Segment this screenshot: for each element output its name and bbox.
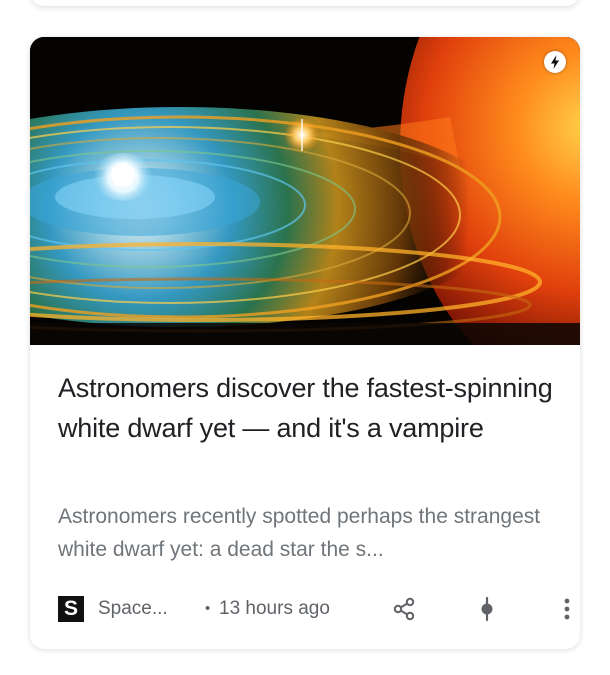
source-name: Space... [98,598,168,619]
share-button[interactable] [389,594,419,624]
publish-time: 13 hours ago [219,598,330,619]
article-title[interactable]: Astronomers discover the fastest-spinnin… [58,368,558,448]
more-vert-icon [564,598,570,620]
amp-badge [544,51,566,73]
previous-card-edge [30,0,580,6]
amp-lightning-icon [551,55,559,69]
source-logo: S [58,596,84,622]
article-footer: S Space... • 13 hours ago [58,592,570,626]
control-interest-icon [481,596,493,622]
news-card[interactable]: Astronomers discover the fastest-spinnin… [30,37,580,649]
article-snippet: Astronomers recently spotted perhaps the… [58,505,541,561]
article-hero-image[interactable] [30,37,580,345]
control-interest-button[interactable] [472,594,502,624]
hero-illustration [30,37,580,345]
share-icon [393,597,415,621]
more-options-button[interactable] [552,594,580,624]
meta-separator: • [205,600,211,617]
